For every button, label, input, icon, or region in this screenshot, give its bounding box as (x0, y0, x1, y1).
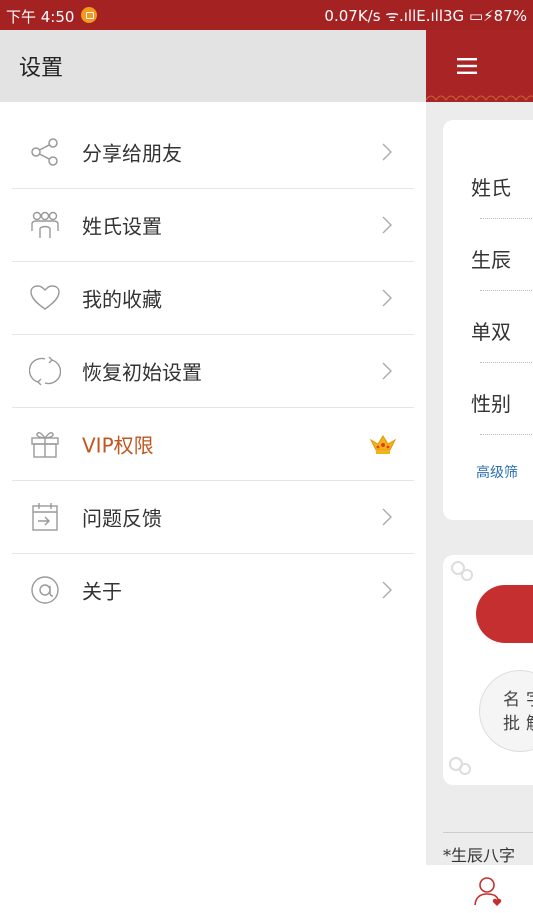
hamburger-menu-icon[interactable] (457, 58, 477, 74)
status-time: 下午 4:50 (6, 8, 75, 26)
chevron-right-icon (382, 508, 392, 526)
chevron-right-icon (382, 362, 392, 380)
at-icon (31, 576, 59, 604)
header-cloud-pattern (426, 95, 533, 101)
divider (480, 218, 533, 219)
field-birth[interactable]: 生辰 (471, 244, 533, 273)
divider (480, 434, 533, 435)
advanced-filter-link[interactable]: 高级筛 (476, 462, 518, 482)
background-app-header (426, 30, 533, 102)
user-heart-icon[interactable] (473, 875, 503, 907)
field-single-double[interactable]: 单双 (471, 316, 533, 345)
menu-item-label: 分享给朋友 (82, 141, 182, 166)
menu-item-favorites[interactable]: 我的收藏 (12, 262, 414, 335)
refresh-icon (29, 356, 61, 386)
people-icon (31, 211, 59, 238)
menu-item-label: 问题反馈 (82, 506, 162, 531)
status-bar: 下午 4:50 0.07K/s ᯤ.ıllE.ıll3G ▭⚡87% (0, 0, 533, 30)
crown-icon (369, 435, 397, 454)
menu-item-feedback[interactable]: 问题反馈 (12, 481, 414, 554)
background-app: 姓氏 生辰 单双 性别 高级筛 名字 批解 *生辰八字 (426, 30, 533, 913)
circle-text-1: 名字 (503, 690, 533, 710)
menu-item-vip[interactable]: VIP权限 (12, 408, 414, 481)
menu-item-surname-settings[interactable]: 姓氏设置 (12, 189, 414, 262)
menu-item-share[interactable]: 分享给朋友 (12, 116, 414, 189)
field-surname[interactable]: 姓氏 (471, 172, 533, 201)
drawer-title: 设置 (19, 56, 64, 81)
divider (480, 290, 533, 291)
menu-item-label: VIP权限 (82, 433, 154, 458)
settings-drawer: 设置 分享给朋友 姓氏设置 我的收藏 恢复初始设置 VIP权限 问题反馈 关于 (0, 30, 426, 913)
generate-button[interactable] (476, 585, 533, 643)
status-indicators: 0.07K/s ᯤ.ıllE.ıll3G ▭⚡87% (324, 7, 527, 25)
circle-text-2: 批解 (503, 714, 533, 734)
gift-icon (31, 431, 59, 458)
footnote: *生辰八字 (443, 846, 516, 865)
drawer-header: 设置 (0, 30, 426, 102)
heart-icon (30, 285, 60, 310)
chevron-right-icon (382, 216, 392, 234)
feedback-icon (32, 503, 58, 531)
divider (443, 832, 533, 833)
divider (480, 362, 533, 363)
field-gender[interactable]: 性别 (471, 388, 533, 417)
cloud-ornament-icon (449, 757, 471, 775)
menu-item-about[interactable]: 关于 (12, 554, 414, 626)
menu-item-reset[interactable]: 恢复初始设置 (12, 335, 414, 408)
menu-item-label: 恢复初始设置 (82, 360, 202, 385)
chevron-right-icon (382, 581, 392, 599)
menu-item-label: 关于 (82, 579, 122, 604)
menu-item-label: 我的收藏 (82, 287, 162, 312)
filter-card: 姓氏 生辰 单双 性别 (443, 120, 533, 520)
chevron-right-icon (382, 289, 392, 307)
menu-item-label: 姓氏设置 (82, 214, 162, 239)
share-icon (31, 138, 58, 166)
notification-icon (81, 7, 97, 23)
chevron-right-icon (382, 143, 392, 161)
bottom-nav (426, 865, 533, 913)
cloud-ornament-icon (451, 561, 473, 581)
settings-menu: 分享给朋友 姓氏设置 我的收藏 恢复初始设置 VIP权限 问题反馈 关于 (0, 116, 426, 626)
